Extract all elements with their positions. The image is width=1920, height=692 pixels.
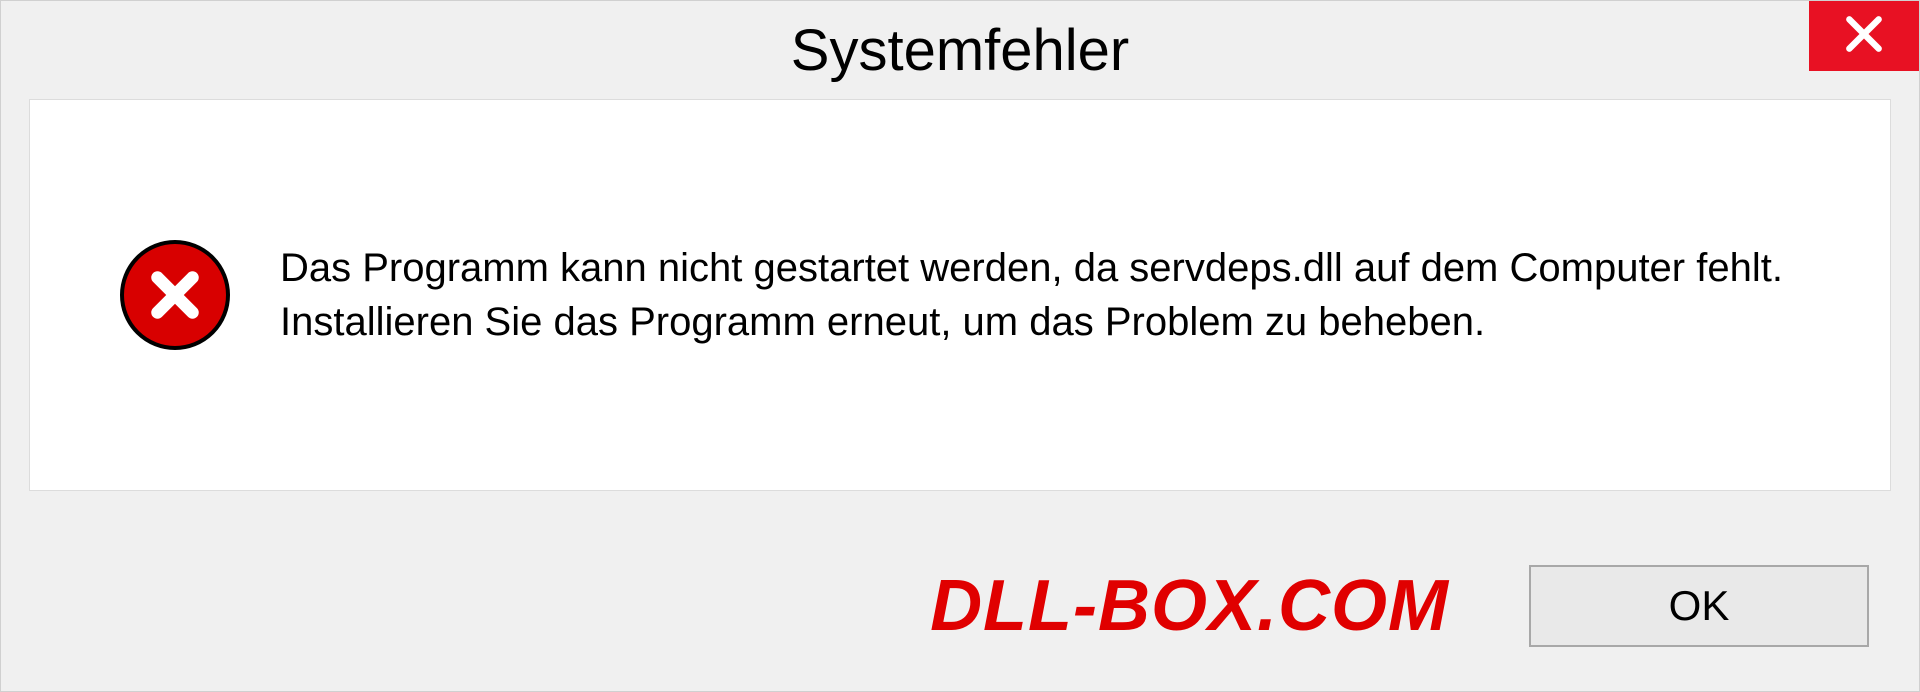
ok-button[interactable]: OK [1529, 565, 1869, 647]
dialog-title: Systemfehler [791, 17, 1129, 84]
dialog-footer: DLL-BOX.COM OK [1, 521, 1919, 691]
close-button[interactable] [1809, 1, 1919, 71]
content-panel: Das Programm kann nicht gestartet werden… [29, 99, 1891, 491]
watermark-text: DLL-BOX.COM [930, 565, 1449, 647]
error-message: Das Programm kann nicht gestartet werden… [280, 241, 1800, 349]
error-dialog: Systemfehler Das Programm kann nicht ges… [0, 0, 1920, 692]
error-icon [120, 240, 230, 350]
titlebar: Systemfehler [1, 1, 1919, 99]
close-icon [1842, 12, 1886, 61]
